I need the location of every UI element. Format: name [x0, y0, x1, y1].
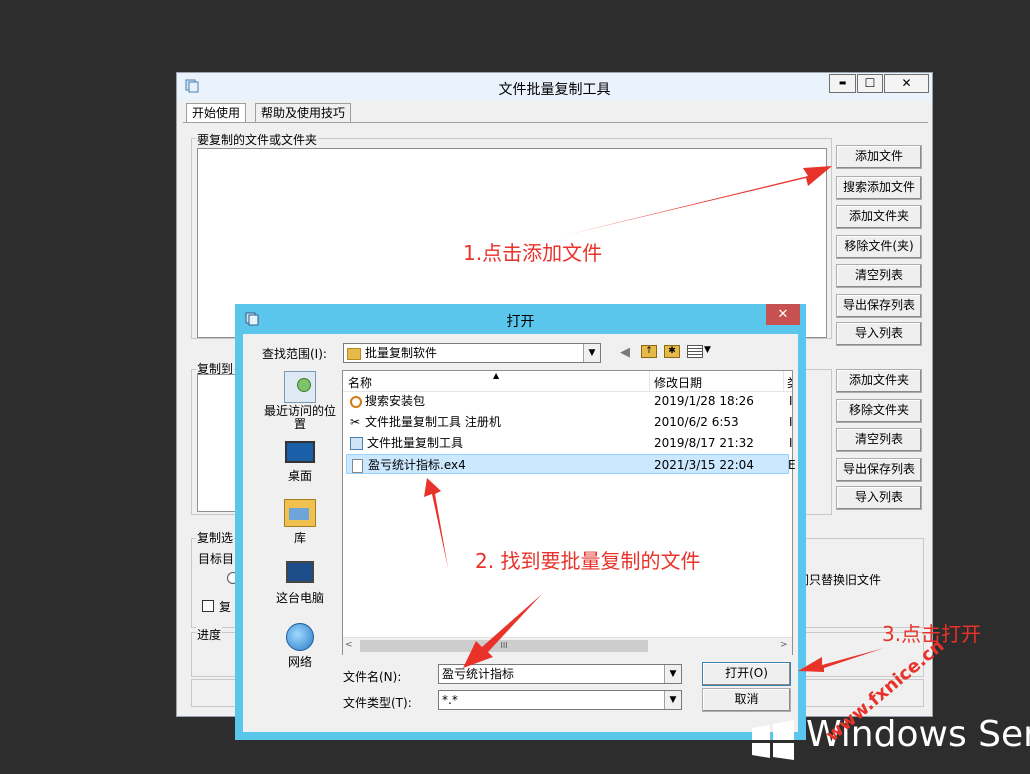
annotation-arrows [424, 166, 884, 672]
arrow-step2-down [463, 594, 542, 668]
arrow-step3 [798, 648, 884, 672]
annotation-step1: 1.点击添加文件 [463, 241, 603, 265]
arrow-step2-up [424, 478, 448, 568]
arrow-step1 [562, 166, 832, 236]
annotation-step2: 2. 找到要批量复制的文件 [475, 549, 701, 573]
